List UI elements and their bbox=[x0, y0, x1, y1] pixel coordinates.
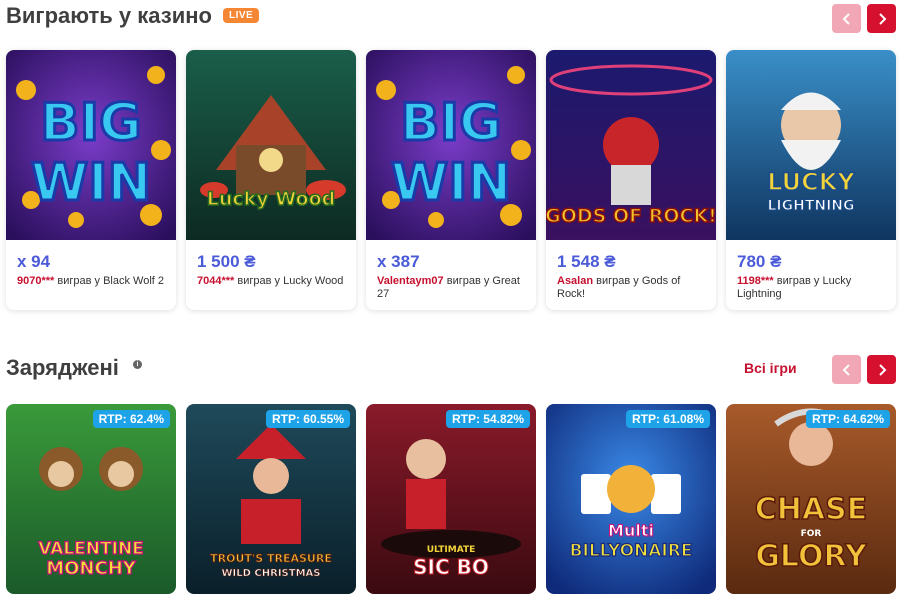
winner-username: Valentaym07 bbox=[377, 275, 444, 287]
winner-card[interactable]: BIG WIN x 94 9070*** виграв у Black Wolf… bbox=[6, 50, 176, 310]
win-amount: 780 ₴ bbox=[737, 252, 782, 271]
game-logo-line1: LUCKY bbox=[767, 168, 855, 196]
winners-prev-button[interactable] bbox=[832, 4, 861, 33]
rtp-badge: RTP: 54.82% bbox=[445, 410, 530, 428]
game-logo-line1: Multi bbox=[608, 521, 654, 540]
game-logo-line2: WIN bbox=[31, 153, 151, 213]
game-card-ultimate-sic-bo[interactable]: ULTIMATE SIC BO RTP: 54.82% bbox=[366, 404, 536, 594]
win-game-name[interactable]: Lucky Wood bbox=[283, 275, 343, 287]
win-game-name[interactable]: Black Wolf 2 bbox=[103, 275, 164, 287]
rtp-badge: RTP: 64.62% bbox=[805, 410, 890, 428]
game-logo-line2: SIC BO bbox=[413, 555, 489, 579]
game-logo-line1: VALENTINE bbox=[38, 539, 144, 559]
win-action: виграв у bbox=[596, 275, 639, 287]
winners-next-button[interactable] bbox=[867, 4, 896, 33]
game-thumbnail-lucky-lightning[interactable]: LUCKY LIGHTNING bbox=[726, 50, 896, 240]
winner-username: 7044*** bbox=[197, 275, 235, 287]
game-card-valentine-monchy[interactable]: VALENTINE MONCHY RTP: 62.4% bbox=[6, 404, 176, 594]
game-logo-line2: MONCHY bbox=[46, 558, 137, 579]
winner-card[interactable]: Lucky Wood 1 500 ₴ 7044*** виграв у Luck… bbox=[186, 50, 356, 310]
win-description: Asalan виграв у Gods of Rock! bbox=[557, 275, 707, 301]
live-badge: LIVE bbox=[223, 8, 260, 23]
info-icon[interactable]: i bbox=[133, 360, 142, 369]
game-card-chase-for-glory[interactable]: CHASE FOR GLORY RTP: 64.62% bbox=[726, 404, 896, 594]
win-amount: x 94 bbox=[17, 252, 51, 271]
game-thumbnail-lucky-wood[interactable]: Lucky Wood bbox=[186, 50, 356, 240]
chevron-left-icon bbox=[842, 363, 850, 376]
chevron-left-icon bbox=[842, 12, 850, 25]
chevron-right-icon bbox=[878, 363, 886, 376]
win-description: 9070*** виграв у Black Wolf 2 bbox=[17, 275, 167, 288]
winner-username: 9070*** bbox=[17, 275, 55, 287]
rtp-badge: RTP: 61.08% bbox=[625, 410, 710, 428]
charged-next-button[interactable] bbox=[867, 355, 896, 384]
rtp-badge: RTP: 62.4% bbox=[92, 410, 170, 428]
game-logo-line2: BILLYONAIRE bbox=[570, 541, 693, 561]
section-title-winners: Виграють у казино bbox=[6, 3, 212, 28]
all-games-link[interactable]: Всі ігри bbox=[744, 360, 797, 376]
winner-card[interactable]: LUCKY LIGHTNING 780 ₴ 1198*** виграв у L… bbox=[726, 50, 896, 310]
win-action: виграв у bbox=[237, 275, 281, 287]
game-logo-line2: WIN bbox=[391, 153, 511, 213]
win-action: виграв у bbox=[776, 275, 820, 287]
win-action: виграв у bbox=[446, 275, 490, 287]
game-logo-line1: BIG bbox=[40, 93, 142, 153]
section-title-charged: Заряджені bbox=[6, 355, 119, 380]
game-logo-line1: CHASE bbox=[755, 492, 867, 527]
win-amount: 1 548 ₴ bbox=[557, 252, 616, 271]
game-logo-line1: ULTIMATE bbox=[427, 545, 476, 555]
win-amount: 1 500 ₴ bbox=[197, 252, 256, 271]
winner-username: Asalan bbox=[557, 275, 594, 287]
game-logo-line1: TROUT'S TREASURE bbox=[210, 552, 332, 565]
chevron-right-icon bbox=[878, 12, 886, 25]
game-logo-line2: LIGHTNING bbox=[767, 198, 854, 214]
win-description: 1198*** виграв у Lucky Lightning bbox=[737, 275, 887, 301]
game-logo-line3: GLORY bbox=[755, 539, 868, 574]
game-logo-line1: BIG bbox=[400, 93, 502, 153]
game-logo-line2: FOR bbox=[801, 529, 822, 539]
winner-username: 1198*** bbox=[737, 275, 774, 287]
game-logo: GODS OF ROCK! bbox=[546, 205, 716, 227]
win-action: виграв у bbox=[57, 275, 101, 287]
game-logo-line2: WILD CHRISTMAS bbox=[222, 568, 321, 579]
winner-card[interactable]: GODS OF ROCK! 1 548 ₴ Asalan виграв у Go… bbox=[546, 50, 716, 310]
game-card-trouts-treasure[interactable]: TROUT'S TREASURE WILD CHRISTMAS RTP: 60.… bbox=[186, 404, 356, 594]
game-logo: Lucky Wood bbox=[207, 188, 336, 210]
game-thumbnail-great-27[interactable]: BIG WIN bbox=[366, 50, 536, 240]
win-description: 7044*** виграв у Lucky Wood bbox=[197, 275, 347, 288]
game-card-multi-billyonaire[interactable]: Multi BILLYONAIRE RTP: 61.08% bbox=[546, 404, 716, 594]
win-amount: x 387 bbox=[377, 252, 420, 271]
charged-prev-button[interactable] bbox=[832, 355, 861, 384]
winner-card[interactable]: BIG WIN x 387 Valentaym07 виграв у Great… bbox=[366, 50, 536, 310]
game-thumbnail-black-wolf-2[interactable]: BIG WIN bbox=[6, 50, 176, 240]
game-thumbnail-gods-of-rock[interactable]: GODS OF ROCK! bbox=[546, 50, 716, 240]
win-description: Valentaym07 виграв у Great 27 bbox=[377, 275, 527, 301]
rtp-badge: RTP: 60.55% bbox=[265, 410, 350, 428]
